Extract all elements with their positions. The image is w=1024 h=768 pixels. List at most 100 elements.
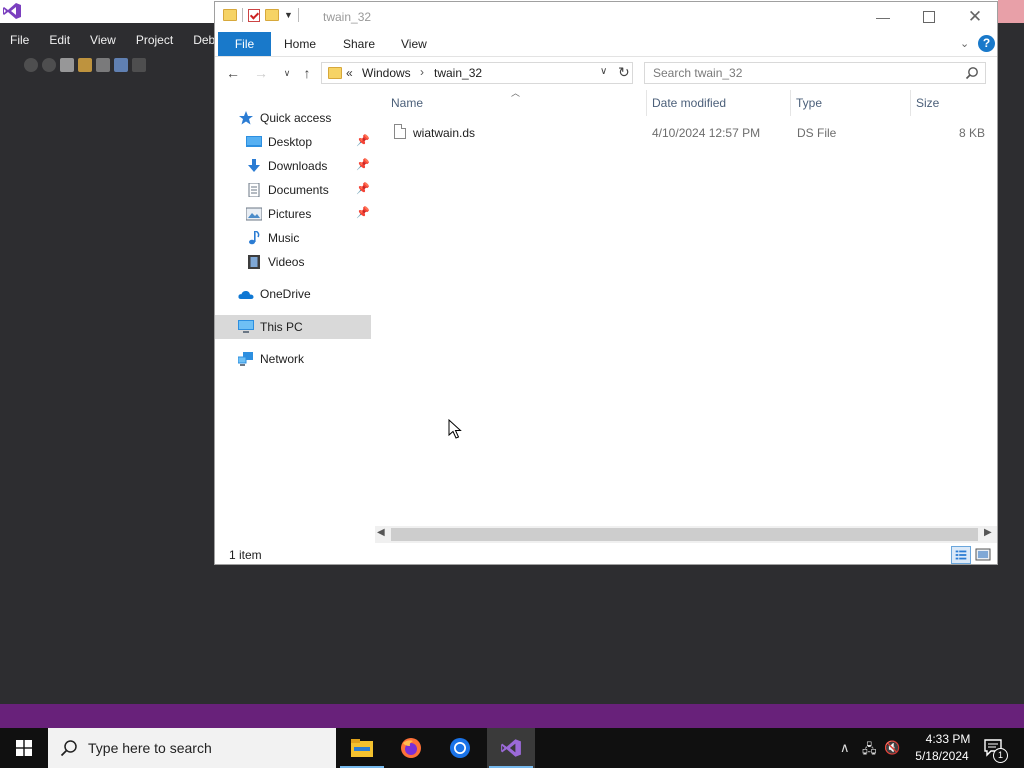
address-dropdown-icon[interactable]: ∨ [600, 66, 607, 77]
maximize-icon [923, 11, 935, 23]
horizontal-scrollbar[interactable]: ◀ ▶ [375, 526, 997, 543]
taskbar: Type here to search ∧ 🖧 🔇 4:33 PM 5/18/2… [0, 728, 1024, 768]
column-header-date[interactable]: Date modified [652, 96, 726, 114]
recent-locations-button[interactable]: ∨ [277, 63, 297, 83]
visual-studio-icon [501, 739, 521, 757]
notifications-button[interactable]: 1 [978, 728, 1024, 768]
new-folder-icon[interactable] [265, 9, 279, 21]
up-button[interactable]: ↑ [297, 63, 317, 83]
nav-item-desktop[interactable]: Desktop 📌 [215, 130, 371, 154]
firefox-icon [401, 738, 421, 758]
maximize-button[interactable] [906, 2, 952, 32]
vs-menu-file[interactable]: File [0, 29, 39, 51]
forward-nav-icon[interactable] [42, 58, 56, 72]
music-icon [249, 231, 260, 245]
details-view-icon[interactable] [951, 546, 971, 564]
back-button[interactable]: ← [223, 63, 243, 83]
taskbar-search-box[interactable]: Type here to search [48, 728, 336, 768]
nav-item-videos[interactable]: Videos [215, 250, 371, 274]
refresh-icon[interactable]: ↻ [618, 64, 630, 81]
scroll-left-icon[interactable]: ◀ [377, 527, 385, 538]
nav-item-quick-access[interactable]: Quick access [215, 106, 371, 130]
clock-date[interactable]: 5/18/2024 [910, 749, 974, 763]
folder-icon [328, 67, 342, 79]
expand-ribbon-icon[interactable]: ⌄ [960, 37, 969, 50]
status-bar: 1 item [215, 544, 997, 564]
nav-item-documents[interactable]: Documents 📌 [215, 178, 371, 202]
breadcrumb-separator[interactable]: › [420, 65, 424, 79]
taskbar-search-input[interactable]: Type here to search [88, 740, 212, 756]
pin-icon[interactable]: 📌 [356, 158, 370, 171]
pin-icon[interactable]: 📌 [356, 206, 370, 219]
pin-icon[interactable]: 📌 [356, 134, 370, 147]
search-icon[interactable] [965, 66, 979, 80]
close-button[interactable]: ✕ [952, 2, 998, 32]
save-icon[interactable] [96, 58, 110, 72]
large-icons-view-icon[interactable] [975, 547, 991, 563]
column-divider[interactable] [790, 90, 791, 116]
file-explorer-icon [351, 739, 373, 757]
taskbar-file-explorer[interactable] [338, 728, 386, 768]
show-hidden-icons-icon[interactable]: ∧ [840, 740, 850, 756]
address-overflow[interactable]: « [346, 66, 353, 80]
forward-button[interactable]: → [251, 63, 271, 83]
column-divider[interactable] [646, 90, 647, 116]
properties-icon[interactable] [248, 8, 260, 22]
undo-icon[interactable] [132, 58, 146, 72]
address-bar[interactable]: « Windows › twain_32 ∨ ↻ [321, 62, 633, 84]
column-header-size[interactable]: Size [916, 96, 939, 114]
start-button[interactable] [0, 728, 48, 768]
qa-divider [297, 8, 299, 22]
taskbar-visual-studio[interactable] [487, 728, 535, 768]
help-icon[interactable]: ? [978, 35, 995, 52]
vs-menu-view[interactable]: View [80, 29, 126, 51]
volume-muted-icon[interactable]: 🔇 [884, 740, 900, 756]
save-all-icon[interactable] [114, 58, 128, 72]
minimize-button[interactable]: — [860, 2, 906, 32]
tab-view[interactable]: View [401, 32, 427, 56]
nav-item-music[interactable]: Music [215, 226, 371, 250]
arrow-right-icon: → [254, 65, 268, 81]
tab-share[interactable]: Share [343, 32, 375, 56]
nav-item-network[interactable]: Network [215, 347, 371, 371]
documents-icon [248, 183, 260, 197]
breadcrumb-windows[interactable]: Windows [362, 66, 411, 80]
back-nav-icon[interactable] [24, 58, 38, 72]
customize-dropdown-icon[interactable]: ▼ [284, 10, 293, 20]
vs-menubar: File Edit View Project Debu [0, 29, 232, 51]
nav-label: Videos [268, 255, 305, 269]
search-box[interactable]: Search twain_32 [644, 62, 986, 84]
new-project-icon[interactable] [60, 58, 74, 72]
mouse-cursor-icon [448, 419, 462, 439]
explorer-titlebar[interactable]: ▼ twain_32 — ✕ [215, 2, 997, 32]
column-divider[interactable] [910, 90, 911, 116]
clock-time[interactable]: 4:33 PM [918, 732, 978, 746]
search-icon [60, 740, 77, 757]
network-status-icon[interactable]: 🖧 [862, 740, 877, 762]
vs-toolbar [0, 54, 214, 76]
nav-item-onedrive[interactable]: OneDrive [215, 282, 371, 306]
open-folder-icon[interactable] [78, 58, 92, 72]
nav-item-pictures[interactable]: Pictures 📌 [215, 202, 371, 226]
tab-file[interactable]: File [218, 32, 271, 56]
vs-menu-edit[interactable]: Edit [39, 29, 80, 51]
nav-label: OneDrive [260, 287, 311, 301]
nav-item-this-pc[interactable]: This PC [215, 315, 371, 339]
taskbar-chrome[interactable] [436, 728, 484, 768]
folder-icon [223, 9, 237, 21]
download-icon [248, 159, 260, 172]
column-header-type[interactable]: Type [796, 96, 822, 114]
column-header-name[interactable]: Name [391, 96, 423, 114]
pin-icon[interactable]: 📌 [356, 182, 370, 195]
nav-item-downloads[interactable]: Downloads 📌 [215, 154, 371, 178]
tab-home[interactable]: Home [284, 32, 316, 56]
file-row[interactable]: wiatwain.ds 4/10/2024 12:57 PM DS File 8… [391, 122, 991, 144]
nav-label: Quick access [260, 111, 332, 125]
vs-menu-project[interactable]: Project [126, 29, 183, 51]
scroll-thumb[interactable] [391, 528, 978, 541]
taskbar-firefox[interactable] [387, 728, 435, 768]
search-input[interactable]: Search twain_32 [653, 66, 742, 80]
breadcrumb-twain32[interactable]: twain_32 [434, 66, 482, 80]
file-explorer-window: ▼ twain_32 — ✕ File Home Share View ⌄ ? … [214, 1, 998, 565]
scroll-right-icon[interactable]: ▶ [984, 527, 992, 538]
